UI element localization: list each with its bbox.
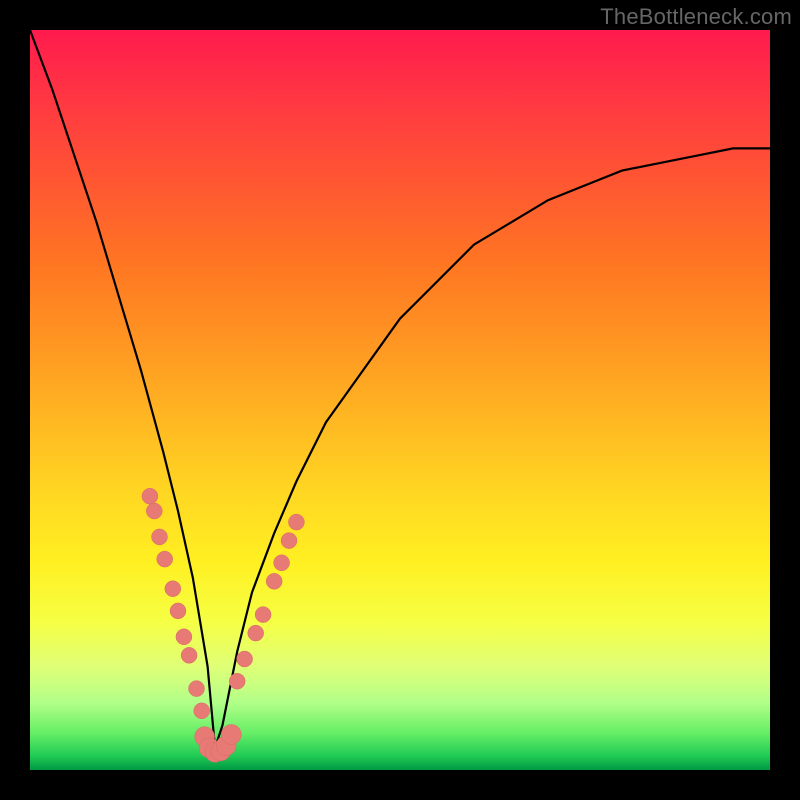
data-point: [266, 573, 282, 589]
chart-frame: TheBottleneck.com: [0, 0, 800, 800]
data-point: [229, 673, 245, 689]
data-point: [176, 629, 192, 645]
curve-layer: [30, 30, 770, 770]
data-point: [281, 533, 297, 549]
watermark-text: TheBottleneck.com: [600, 4, 792, 30]
data-point: [170, 603, 186, 619]
data-point: [288, 514, 304, 530]
data-point: [189, 681, 205, 697]
data-point: [248, 625, 264, 641]
data-point: [142, 488, 158, 504]
data-point: [157, 551, 173, 567]
data-point: [274, 555, 290, 571]
data-point: [152, 529, 168, 545]
data-point: [181, 647, 197, 663]
markers-left-branch: [142, 488, 210, 719]
bottleneck-curve: [30, 30, 770, 748]
data-point: [146, 503, 162, 519]
data-point: [165, 581, 181, 597]
markers-valley-blob: [195, 725, 242, 763]
data-point: [255, 607, 271, 623]
data-point: [237, 651, 253, 667]
data-point: [221, 725, 241, 745]
markers-right-branch: [229, 514, 304, 689]
plot-area: [30, 30, 770, 770]
data-point: [194, 703, 210, 719]
